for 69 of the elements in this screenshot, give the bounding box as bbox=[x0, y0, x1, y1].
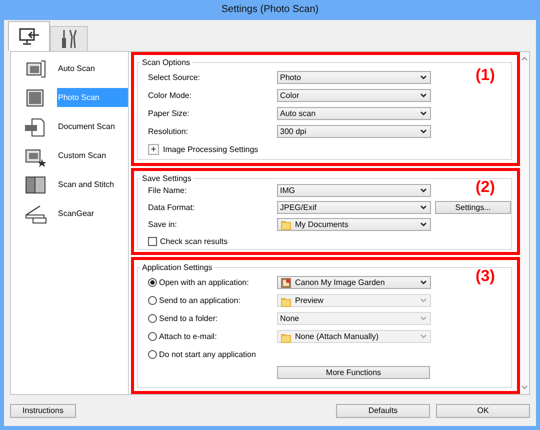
settings-button[interactable]: Settings... bbox=[435, 200, 511, 214]
dropdown[interactable]: JPEG/Exif bbox=[277, 200, 431, 214]
chevron-down-icon bbox=[420, 93, 427, 98]
chevron-down-icon bbox=[521, 385, 528, 390]
expander-label: Image Processing Settings bbox=[163, 145, 258, 154]
section-number: (2) bbox=[475, 178, 495, 197]
checkbox-label: Check scan results bbox=[160, 236, 228, 246]
chevron-down-icon bbox=[420, 280, 427, 286]
sidebar-item[interactable]: Document Scan bbox=[57, 117, 128, 136]
field-label: Data Format: bbox=[148, 202, 196, 212]
chevron-up-icon bbox=[521, 56, 528, 61]
sidebar-item[interactable]: Custom Scan bbox=[57, 146, 128, 165]
radio-label: Open with an application: bbox=[159, 278, 249, 288]
radio-label: Send to an application: bbox=[159, 296, 240, 306]
sidebar-item[interactable]: ScanGear bbox=[57, 204, 128, 223]
expand-button[interactable]: + bbox=[148, 144, 159, 155]
field-label: Resolution: bbox=[148, 127, 190, 136]
app-icon bbox=[280, 276, 292, 289]
radio-label: Do not start any application bbox=[159, 350, 256, 360]
group-title: Scan Options bbox=[141, 58, 192, 67]
dropdown[interactable]: IMG bbox=[277, 184, 431, 197]
scrollbar[interactable] bbox=[520, 52, 529, 394]
group-title: Application Settings bbox=[141, 263, 214, 272]
chevron-down-icon bbox=[420, 204, 427, 210]
tools-icon bbox=[60, 29, 78, 49]
chevron-down-icon bbox=[420, 222, 427, 227]
sidebar-item[interactable]: Scan and Stitch bbox=[57, 175, 128, 194]
dropdown[interactable]: Canon My Image Garden bbox=[277, 276, 431, 290]
dropdown[interactable]: My Documents bbox=[277, 218, 431, 231]
radio-label: Attach to e-mail: bbox=[159, 332, 217, 342]
chevron-down-icon bbox=[420, 298, 427, 304]
dialog-button[interactable]: Defaults bbox=[336, 404, 430, 418]
dropdown[interactable]: 300 dpi bbox=[277, 125, 431, 138]
dropdown[interactable]: Color bbox=[277, 89, 431, 102]
field-label: Color Mode: bbox=[148, 91, 193, 100]
more-functions-button[interactable]: More Functions bbox=[277, 366, 430, 380]
section-number: (3) bbox=[475, 268, 495, 286]
chevron-down-icon bbox=[420, 129, 427, 134]
radio-button[interactable] bbox=[148, 350, 157, 360]
radio-button[interactable] bbox=[148, 278, 157, 288]
field-label: Select Source: bbox=[148, 73, 202, 82]
tab[interactable] bbox=[50, 26, 88, 51]
chevron-down-icon bbox=[420, 316, 427, 322]
chevron-down-icon bbox=[420, 334, 427, 340]
dropdown[interactable]: Auto scan bbox=[277, 107, 431, 120]
folder-icon bbox=[280, 218, 292, 230]
radio-button[interactable] bbox=[148, 296, 157, 306]
radio-label: Send to a folder: bbox=[159, 314, 218, 324]
group-title: Save Settings bbox=[141, 174, 192, 183]
pdf-document-icon bbox=[23, 116, 47, 138]
section-number: (1) bbox=[475, 67, 495, 85]
instructions-button[interactable]: Instructions bbox=[10, 404, 76, 418]
chevron-down-icon bbox=[420, 188, 427, 193]
field-label: Save in: bbox=[148, 220, 178, 229]
monitor-icon bbox=[18, 26, 40, 46]
tab[interactable] bbox=[8, 21, 50, 51]
dropdown[interactable]: Photo bbox=[277, 71, 431, 84]
stitch-icon bbox=[23, 174, 47, 196]
radio-button[interactable] bbox=[148, 332, 157, 342]
window-title: Settings (Photo Scan) bbox=[220, 3, 320, 17]
checkbox[interactable] bbox=[148, 236, 157, 246]
field-label: File Name: bbox=[148, 186, 188, 195]
chevron-down-icon bbox=[420, 75, 427, 80]
radio-button[interactable] bbox=[148, 314, 157, 324]
sidebar-item[interactable]: Auto Scan bbox=[57, 59, 128, 78]
field-label: Paper Size: bbox=[148, 109, 190, 118]
chevron-down-icon bbox=[420, 111, 427, 116]
dialog-button[interactable]: OK bbox=[436, 404, 530, 418]
scanner-lid-icon bbox=[23, 202, 47, 224]
